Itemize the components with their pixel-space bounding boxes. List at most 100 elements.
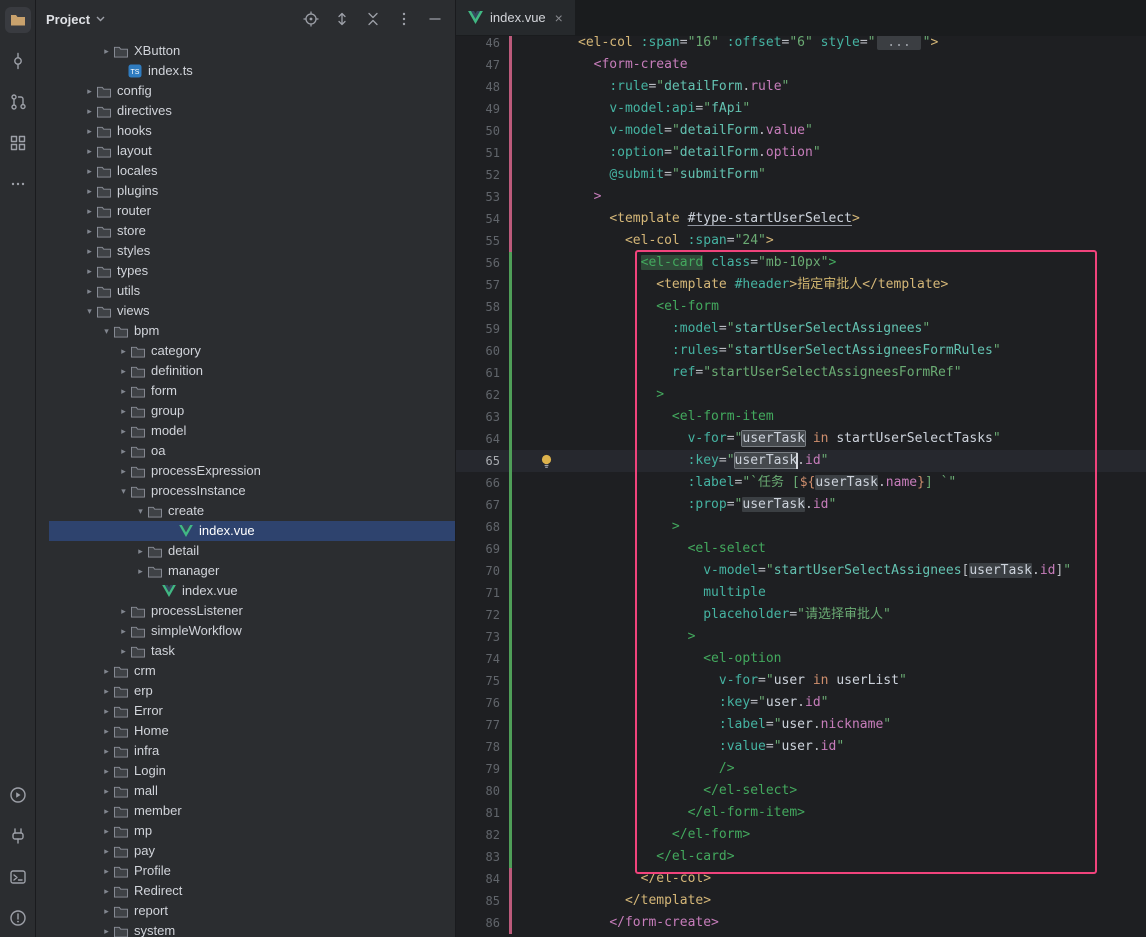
chevron-down-icon[interactable]: ▾ [117, 481, 130, 501]
terminal-icon[interactable] [5, 864, 31, 890]
chevron-right-icon[interactable]: ▸ [117, 621, 130, 641]
code-line-70[interactable]: 70 v-model="startUserSelectAssignees[use… [456, 560, 1146, 582]
code-line-75[interactable]: 75 v-for="user in userList" [456, 670, 1146, 692]
tree-item-index.vue[interactable]: index.vue [49, 521, 455, 541]
tree-item-utils[interactable]: ▸utils [49, 281, 455, 301]
chevron-right-icon[interactable]: ▸ [100, 821, 113, 841]
chevron-right-icon[interactable]: ▸ [83, 281, 96, 301]
chevron-right-icon[interactable]: ▸ [117, 381, 130, 401]
editor-body[interactable]: 46<el-col :span="16" :offset="6" style="… [456, 36, 1146, 937]
chevron-right-icon[interactable]: ▸ [100, 801, 113, 821]
tree-item-definition[interactable]: ▸definition [49, 361, 455, 381]
code-line-72[interactable]: 72 placeholder="请选择审批人" [456, 604, 1146, 626]
chevron-right-icon[interactable]: ▸ [100, 861, 113, 881]
problems-icon[interactable] [5, 905, 31, 931]
chevron-right-icon[interactable]: ▸ [83, 181, 96, 201]
tree-item-model[interactable]: ▸model [49, 421, 455, 441]
tree-item-create[interactable]: ▾create [49, 501, 455, 521]
tree-item-config[interactable]: ▸config [49, 81, 455, 101]
more-options-icon[interactable] [394, 9, 414, 29]
tree-item-simpleWorkflow[interactable]: ▸simpleWorkflow [49, 621, 455, 641]
chevron-right-icon[interactable]: ▸ [83, 241, 96, 261]
chevron-right-icon[interactable]: ▸ [117, 641, 130, 661]
code-line-81[interactable]: 81 </el-form-item> [456, 802, 1146, 824]
project-selector[interactable]: Project [46, 12, 105, 27]
code-line-85[interactable]: 85 </template> [456, 890, 1146, 912]
tree-item-plugins[interactable]: ▸plugins [49, 181, 455, 201]
tree-item-crm[interactable]: ▸crm [49, 661, 455, 681]
locate-file-icon[interactable] [301, 9, 321, 29]
tree-item-XButton[interactable]: ▸XButton [49, 41, 455, 61]
code-line-50[interactable]: 50 v-model="detailForm.value" [456, 120, 1146, 142]
tree-item-index.vue[interactable]: index.vue [49, 581, 455, 601]
tree-item-category[interactable]: ▸category [49, 341, 455, 361]
code-line-62[interactable]: 62 > [456, 384, 1146, 406]
tree-item-pay[interactable]: ▸pay [49, 841, 455, 861]
hide-panel-icon[interactable] [425, 9, 445, 29]
code-line-65[interactable]: 65 :key="userTask.id" [456, 450, 1146, 472]
tree-item-index.ts[interactable]: TSindex.ts [49, 61, 455, 81]
tree-item-Profile[interactable]: ▸Profile [49, 861, 455, 881]
chevron-right-icon[interactable]: ▸ [100, 661, 113, 681]
tree-item-erp[interactable]: ▸erp [49, 681, 455, 701]
tree-item-infra[interactable]: ▸infra [49, 741, 455, 761]
intention-bulb-icon[interactable] [540, 454, 553, 469]
code-line-55[interactable]: 55 <el-col :span="24"> [456, 230, 1146, 252]
chevron-right-icon[interactable]: ▸ [117, 421, 130, 441]
code-line-56[interactable]: 56 <el-card class="mb-10px"> [456, 252, 1146, 274]
chevron-down-icon[interactable]: ▾ [100, 321, 113, 341]
run-icon[interactable] [5, 782, 31, 808]
code-line-58[interactable]: 58 <el-form [456, 296, 1146, 318]
code-line-64[interactable]: 64 v-for="userTask in startUserSelectTas… [456, 428, 1146, 450]
chevron-right-icon[interactable]: ▸ [100, 681, 113, 701]
chevron-right-icon[interactable]: ▸ [100, 741, 113, 761]
code-line-73[interactable]: 73 > [456, 626, 1146, 648]
code-line-76[interactable]: 76 :key="user.id" [456, 692, 1146, 714]
tree-item-form[interactable]: ▸form [49, 381, 455, 401]
chevron-right-icon[interactable]: ▸ [83, 141, 96, 161]
code-line-53[interactable]: 53 > [456, 186, 1146, 208]
collapse-all-icon[interactable] [363, 9, 383, 29]
chevron-right-icon[interactable]: ▸ [83, 161, 96, 181]
code-line-61[interactable]: 61 ref="startUserSelectAssigneesFormRef" [456, 362, 1146, 384]
tree-item-Redirect[interactable]: ▸Redirect [49, 881, 455, 901]
tree-item-mall[interactable]: ▸mall [49, 781, 455, 801]
code-line-48[interactable]: 48 :rule="detailForm.rule" [456, 76, 1146, 98]
tree-item-Error[interactable]: ▸Error [49, 701, 455, 721]
tree-item-processExpression[interactable]: ▸processExpression [49, 461, 455, 481]
chevron-right-icon[interactable]: ▸ [134, 561, 147, 581]
chevron-right-icon[interactable]: ▸ [100, 721, 113, 741]
code-line-66[interactable]: 66 :label="`任务 [${userTask.name}] `" [456, 472, 1146, 494]
code-line-52[interactable]: 52 @submit="submitForm" [456, 164, 1146, 186]
code-line-78[interactable]: 78 :value="user.id" [456, 736, 1146, 758]
tree-item-task[interactable]: ▸task [49, 641, 455, 661]
chevron-right-icon[interactable]: ▸ [100, 701, 113, 721]
code-line-51[interactable]: 51 :option="detailForm.option" [456, 142, 1146, 164]
chevron-right-icon[interactable]: ▸ [83, 201, 96, 221]
tree-item-directives[interactable]: ▸directives [49, 101, 455, 121]
code-line-68[interactable]: 68 > [456, 516, 1146, 538]
chevron-right-icon[interactable]: ▸ [117, 601, 130, 621]
tree-item-Home[interactable]: ▸Home [49, 721, 455, 741]
tree-item-system[interactable]: ▸system [49, 921, 455, 937]
plugin-icon[interactable] [5, 823, 31, 849]
tree-item-store[interactable]: ▸store [49, 221, 455, 241]
chevron-right-icon[interactable]: ▸ [117, 341, 130, 361]
chevron-right-icon[interactable]: ▸ [83, 121, 96, 141]
code-line-77[interactable]: 77 :label="user.nickname" [456, 714, 1146, 736]
chevron-down-icon[interactable]: ▾ [134, 501, 147, 521]
code-line-63[interactable]: 63 <el-form-item [456, 406, 1146, 428]
code-line-47[interactable]: 47 <form-create [456, 54, 1146, 76]
tree-item-manager[interactable]: ▸manager [49, 561, 455, 581]
chevron-right-icon[interactable]: ▸ [83, 81, 96, 101]
chevron-right-icon[interactable]: ▸ [100, 761, 113, 781]
chevron-right-icon[interactable]: ▸ [100, 41, 113, 61]
pull-requests-icon[interactable] [5, 89, 31, 115]
chevron-right-icon[interactable]: ▸ [83, 221, 96, 241]
tree-item-hooks[interactable]: ▸hooks [49, 121, 455, 141]
expand-all-icon[interactable] [332, 9, 352, 29]
tree-item-types[interactable]: ▸types [49, 261, 455, 281]
code-line-86[interactable]: 86 </form-create> [456, 912, 1146, 934]
project-icon[interactable] [5, 7, 31, 33]
code-line-84[interactable]: 84 </el-col> [456, 868, 1146, 890]
